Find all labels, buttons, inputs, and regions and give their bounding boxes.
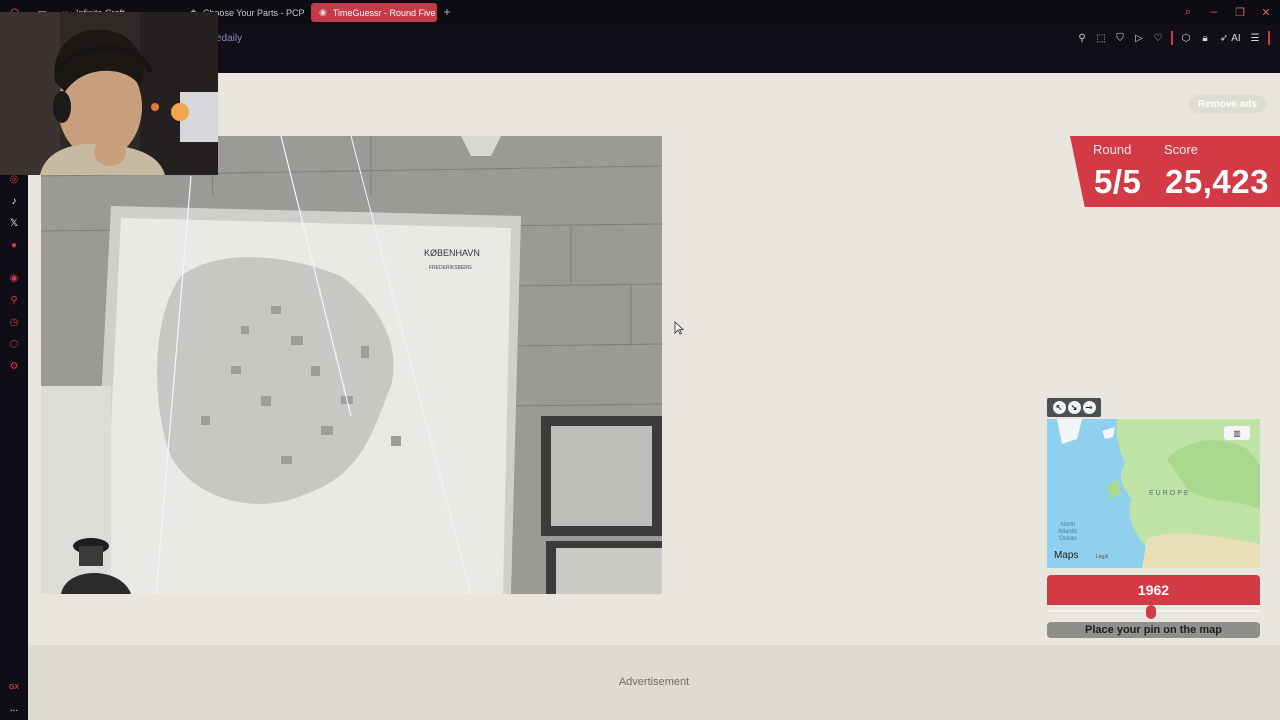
- tab-timeguessr[interactable]: ◉ TimeGuessr - Round Five: [311, 3, 437, 22]
- map-size-controls: ↖ ↘ ⊸: [1047, 398, 1101, 417]
- score-label: Score: [1164, 142, 1198, 157]
- tiktok-icon[interactable]: ♪: [7, 194, 21, 208]
- round-label: Round: [1093, 142, 1132, 157]
- apple-maps-logo: Maps: [1052, 550, 1078, 561]
- address-bar-text[interactable]: edaily: [216, 33, 242, 44]
- year-display: 1962: [1047, 575, 1260, 605]
- heart-icon[interactable]: ♡: [1152, 31, 1164, 45]
- extensions-icon[interactable]: ⬡: [1180, 31, 1192, 45]
- x-icon[interactable]: 𝕏: [7, 216, 21, 230]
- ai-label: AI: [1231, 32, 1241, 44]
- history-icon[interactable]: ◷: [7, 315, 21, 329]
- toolbar-extensions: ⚲ ⬚ ⛉ ▷ ♡ ⬡ 🔒︎ ➶ AI ☰: [1076, 31, 1270, 45]
- search-icon[interactable]: ⌕: [1180, 3, 1196, 21]
- guess-map[interactable]: EUROPE North Atlantic Ocean ▥ Maps Legal: [1047, 419, 1260, 568]
- map-ocean-label: North Atlantic Ocean: [1058, 522, 1078, 542]
- advertisement-area: Advertisement: [28, 645, 1280, 720]
- lock-icon[interactable]: 🔒︎: [1199, 31, 1211, 45]
- map-layers-button[interactable]: ▥: [1224, 426, 1250, 440]
- year-slider-thumb[interactable]: [1146, 605, 1157, 619]
- maps-brand-text: Maps: [1054, 550, 1079, 561]
- photo-map-title: KØBENHAVN: [424, 248, 480, 258]
- mouse-cursor-icon: [674, 321, 684, 335]
- webcam-overlay: [0, 12, 218, 175]
- ai-button[interactable]: ➶ AI: [1218, 31, 1242, 45]
- toolbar-divider: [1171, 31, 1173, 45]
- webcam-feed: [0, 12, 218, 175]
- score-value: 25,423: [1165, 163, 1269, 200]
- settings-gear-icon[interactable]: ⚙: [7, 359, 21, 373]
- minimize-icon[interactable]: –: [1206, 3, 1222, 21]
- new-tab-button[interactable]: +: [440, 5, 454, 19]
- expand-map-icon[interactable]: ↖: [1052, 401, 1066, 414]
- toolbar-divider: [1268, 31, 1270, 45]
- map-icon: ▥: [1233, 428, 1241, 438]
- pin-map-icon[interactable]: ⊸: [1082, 401, 1096, 414]
- snapshot-icon[interactable]: ⬚: [1095, 31, 1107, 45]
- pinboard-icon[interactable]: ⚲: [7, 293, 21, 307]
- pin-icon[interactable]: ⚲: [1076, 31, 1088, 45]
- shield-icon[interactable]: ⛉: [1114, 31, 1126, 45]
- photo-map-subtitle: FREDERIKSBERG: [429, 265, 472, 271]
- more-icon[interactable]: ...: [7, 701, 21, 715]
- photo-image: KØBENHAVN FREDERIKSBERG: [41, 136, 662, 594]
- menu-icon[interactable]: ☰: [1249, 31, 1261, 45]
- restore-icon[interactable]: ❐: [1232, 3, 1248, 21]
- round-value: 5/5: [1094, 163, 1142, 200]
- timeguessr-icon: ◉: [319, 7, 327, 17]
- remove-ads-button[interactable]: Remove ads: [1189, 95, 1266, 113]
- gx-stream-icon[interactable]: ●: [7, 238, 21, 252]
- year-slider[interactable]: [1047, 605, 1260, 619]
- round-score-panel: Round 5/5 Score 25,423: [1070, 136, 1280, 207]
- shrink-map-icon[interactable]: ↘: [1067, 401, 1081, 414]
- tab-label: TimeGuessr - Round Five: [332, 7, 436, 18]
- gx-label: GX: [8, 683, 20, 691]
- rocket-icon: ➶: [1219, 32, 1229, 44]
- round-photo: KØBENHAVN FREDERIKSBERG: [41, 136, 662, 594]
- play-icon[interactable]: ▷: [1133, 31, 1145, 45]
- map-region-label: EUROPE: [1149, 490, 1191, 497]
- player-icon[interactable]: ◉: [7, 271, 21, 285]
- window-controls: ⌕ – ❐ ✕: [1180, 3, 1274, 21]
- tab-label: Choose Your Parts - PCPa: [202, 7, 304, 18]
- close-icon[interactable]: ✕: [1258, 3, 1274, 21]
- map-legal-link[interactable]: Legal: [1096, 554, 1108, 560]
- advertisement-label: Advertisement: [618, 676, 690, 688]
- place-pin-button[interactable]: Place your pin on the map: [1047, 622, 1260, 638]
- extensions-icon[interactable]: ⬡: [7, 337, 21, 351]
